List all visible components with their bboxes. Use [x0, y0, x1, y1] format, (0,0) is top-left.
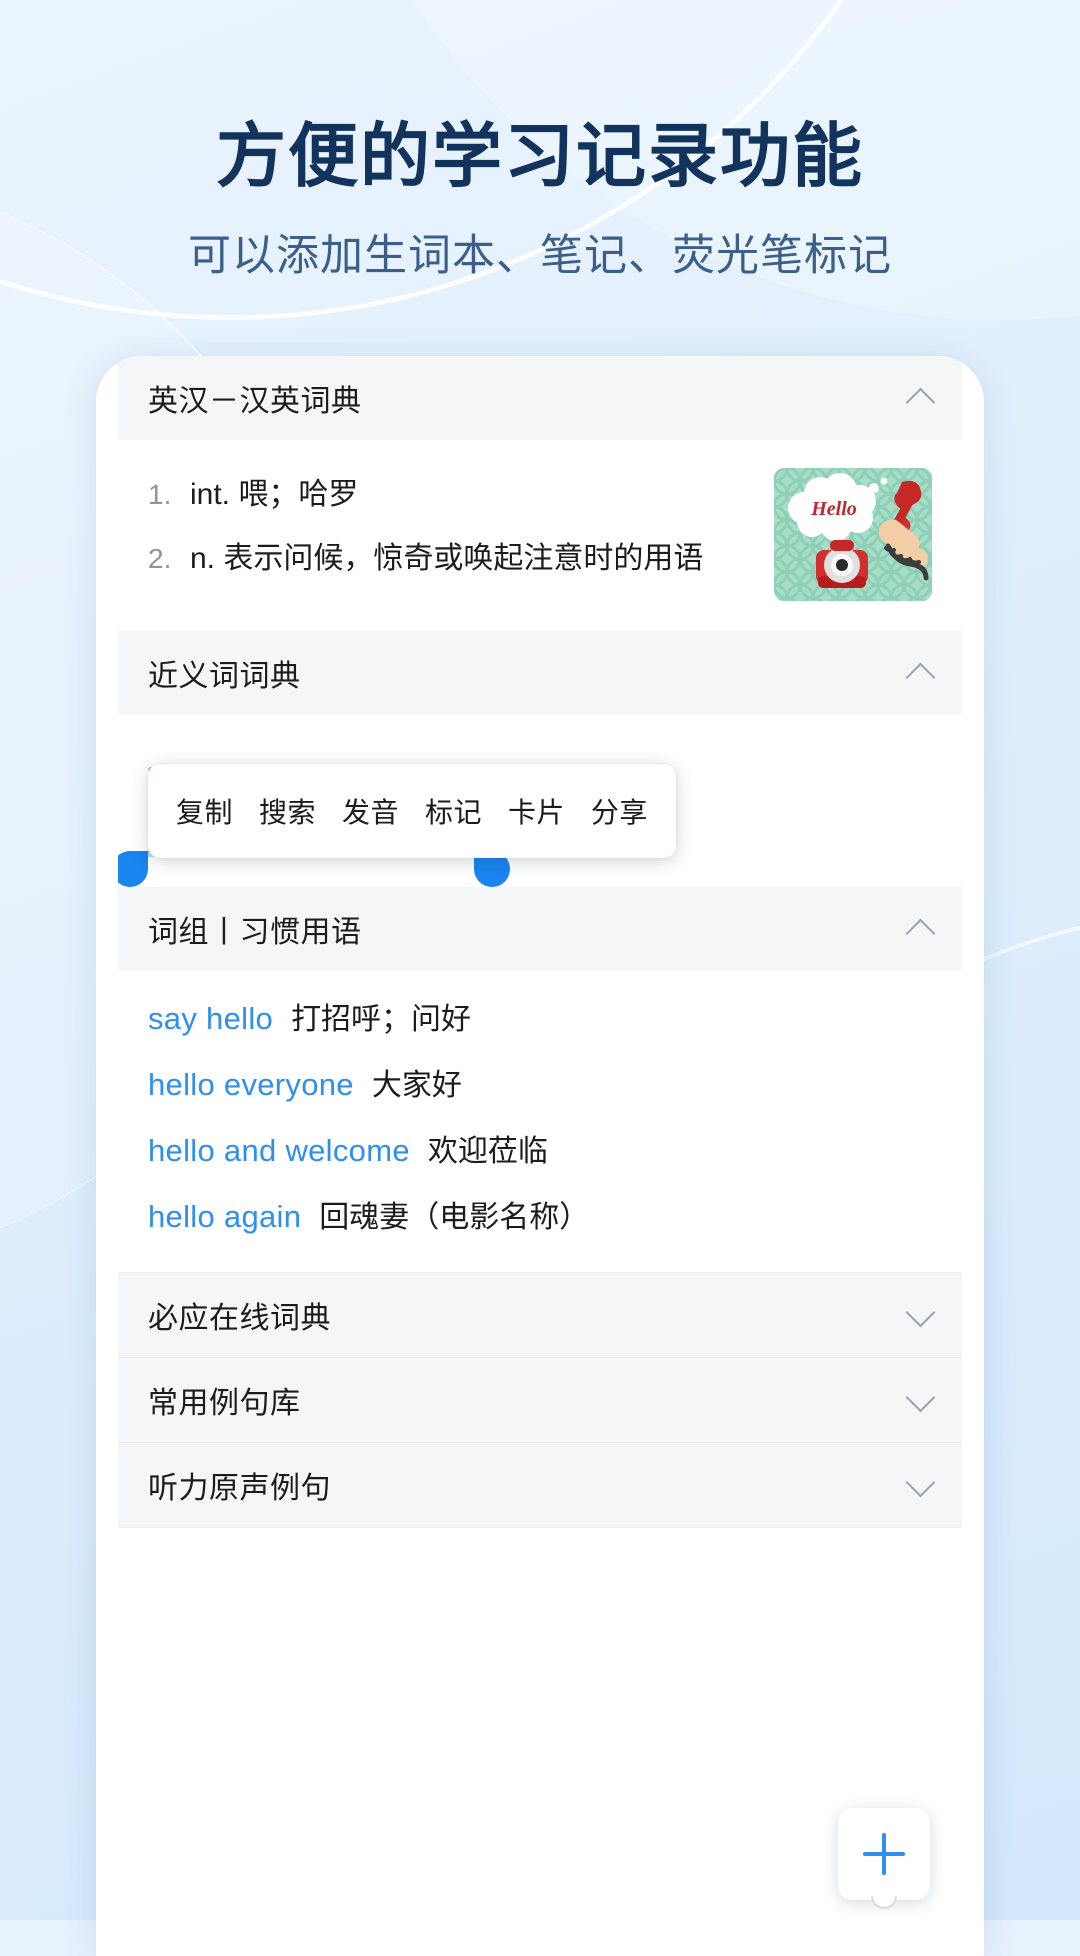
section-title-audio-examples: 听力原声例句	[148, 1471, 331, 1505]
phrase-english[interactable]: hello everyone	[148, 1067, 354, 1102]
svg-text:Hello: Hello	[810, 498, 857, 520]
page-title: 方便的学习记录功能	[216, 117, 864, 195]
hello-telephone-image[interactable]: Hello	[774, 468, 932, 601]
context-menu-item-pronounce[interactable]: 发音	[342, 791, 399, 831]
definition-number: 1.	[148, 479, 172, 510]
phrase-chinese: 大家好	[371, 1068, 462, 1102]
phrase-english[interactable]: hello and welcome	[148, 1133, 410, 1168]
context-menu-item-share[interactable]: 分享	[591, 791, 648, 831]
chevron-up-icon[interactable]	[906, 914, 936, 944]
text-selection-context-menu[interactable]: 复制 搜索 发音 标记 卡片 分享	[148, 764, 676, 858]
plus-icon	[863, 1833, 905, 1875]
chevron-down-icon[interactable]	[906, 1470, 936, 1500]
list-item[interactable]: say hello 打招呼；问好	[148, 999, 932, 1039]
phrase-english[interactable]: hello again	[148, 1199, 301, 1234]
fab-tail-decoration	[871, 1896, 897, 1909]
section-title-example-sentences: 常用例句库	[148, 1386, 301, 1420]
context-menu-item-search[interactable]: 搜索	[259, 791, 316, 831]
section-header-dictionary[interactable]: 英汉－汉英词典	[118, 356, 962, 440]
definition-number: 2.	[148, 542, 172, 574]
definition-text: int. 喂；哈罗	[190, 478, 359, 511]
phrase-chinese: 回魂妻（电影名称）	[319, 1201, 590, 1235]
list-item: 2. n. 表示问候，惊奇或唤起注意时的用语	[148, 536, 758, 582]
divider	[118, 1526, 962, 1528]
phone-mockup: 英汉－汉英词典 1. int. 喂；哈罗 2. n. 表示问候，惊奇或唤起注意时…	[96, 356, 984, 1956]
section-header-audio-examples[interactable]: 听力原声例句	[118, 1442, 962, 1527]
section-title-bing-dictionary: 必应在线词典	[148, 1301, 331, 1335]
context-menu-item-copy[interactable]: 复制	[176, 791, 233, 831]
section-header-example-sentences[interactable]: 常用例句库	[118, 1357, 962, 1442]
phrase-chinese: 欢迎莅临	[427, 1135, 548, 1169]
context-menu-item-card[interactable]: 卡片	[508, 791, 565, 831]
phrase-english[interactable]: say hello	[148, 1001, 273, 1036]
section-title-dictionary: 英汉－汉英词典	[148, 385, 362, 418]
add-button[interactable]	[838, 1808, 930, 1909]
list-item[interactable]: hello and welcome 欢迎莅临	[148, 1131, 932, 1171]
list-item[interactable]: hello everyone 大家好	[148, 1065, 932, 1105]
page-subtitle: 可以添加生词本、笔记、荧光笔标记	[188, 232, 892, 280]
list-item[interactable]: hello again 回魂妻（电影名称）	[148, 1197, 932, 1237]
chevron-down-icon[interactable]	[906, 1385, 936, 1415]
section-body-dictionary: 1. int. 喂；哈罗 2. n. 表示问候，惊奇或唤起注意时的用语 Hell…	[118, 440, 962, 631]
definition-text: n. 表示问候，惊奇或唤起注意时的用语	[190, 541, 704, 575]
chevron-up-icon[interactable]	[906, 383, 936, 413]
section-header-phrases[interactable]: 词组丨习惯用语	[118, 886, 962, 971]
chevron-down-icon[interactable]	[906, 1300, 936, 1330]
app-screen: 英汉－汉英词典 1. int. 喂；哈罗 2. n. 表示问候，惊奇或唤起注意时…	[118, 356, 962, 1956]
section-title-phrases: 词组丨习惯用语	[148, 915, 362, 949]
list-item: 1. int. 喂；哈罗	[148, 472, 758, 518]
promo-header: 方便的学习记录功能 可以添加生词本、笔记、荧光笔标记	[0, 0, 1080, 283]
selection-handle-left[interactable]	[118, 850, 148, 887]
section-title-synonyms: 近义词词典	[148, 660, 301, 693]
chevron-up-icon[interactable]	[906, 658, 936, 688]
section-header-synonyms[interactable]: 近义词词典	[118, 631, 962, 715]
section-body-phrases: say hello 打招呼；问好 hello everyone 大家好 hell…	[118, 970, 962, 1272]
phrase-chinese: 打招呼；问好	[291, 1002, 472, 1036]
section-header-bing-dictionary[interactable]: 必应在线词典	[118, 1272, 962, 1357]
context-menu-item-mark[interactable]: 标记	[425, 791, 482, 831]
definition-list: 1. int. 喂；哈罗 2. n. 表示问候，惊奇或唤起注意时的用语	[148, 466, 758, 599]
definition-row: 1. int. 喂；哈罗 2. n. 表示问候，惊奇或唤起注意时的用语 Hell…	[148, 466, 932, 601]
